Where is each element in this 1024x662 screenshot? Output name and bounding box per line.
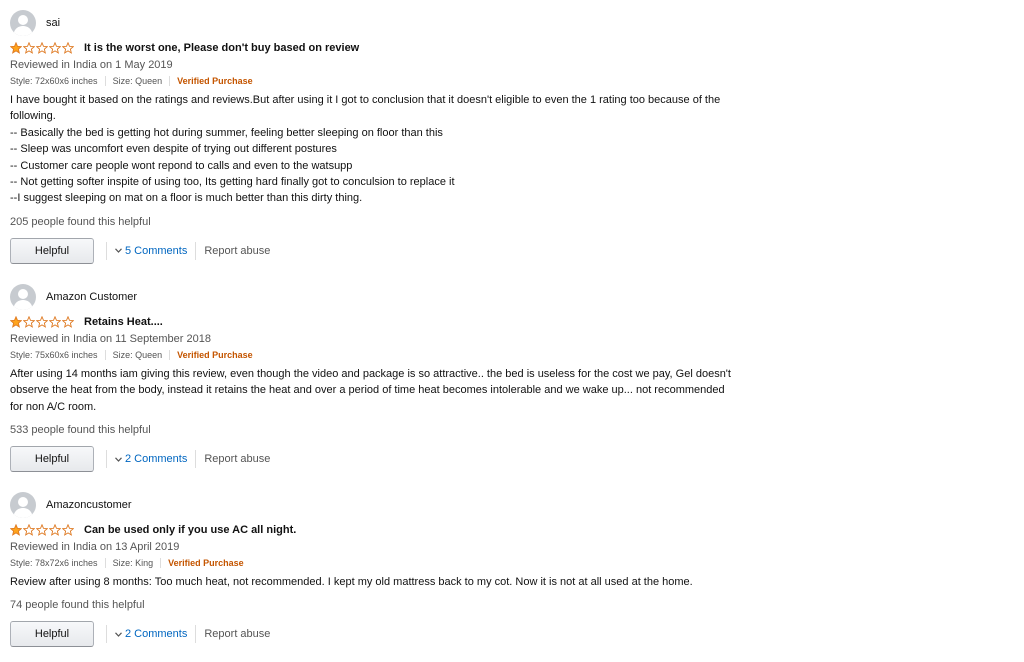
divider: [104, 350, 106, 360]
star-empty-icon: [49, 42, 61, 54]
review-actions: Helpful 2 Comments Report abuse: [10, 445, 790, 473]
review-item: Amazoncustomer Can be used only if you u…: [10, 491, 790, 648]
comments-link[interactable]: 2 Comments: [115, 453, 187, 465]
reviewer-profile[interactable]: Amazon Customer: [10, 283, 790, 311]
review-title[interactable]: Can be used only if you use AC all night…: [84, 524, 296, 536]
chevron-down-icon: [115, 248, 122, 254]
reviewer-name[interactable]: sai: [46, 17, 60, 29]
divider: [195, 241, 197, 260]
product-style[interactable]: Style: 72x60x6 inches: [10, 76, 98, 86]
helpful-count: 533 people found this helpful: [10, 424, 151, 437]
review-date: Reviewed in India on 13 April 2019: [10, 541, 180, 553]
star-empty-icon: [23, 524, 35, 536]
review-actions: Helpful 2 Comments Report abuse: [10, 620, 790, 648]
reviewer-name[interactable]: Amazon Customer: [46, 291, 137, 303]
star-filled-icon: [10, 316, 22, 328]
star-filled-icon: [10, 524, 22, 536]
review-date: Reviewed in India on 1 May 2019: [10, 59, 173, 71]
star-empty-icon: [62, 524, 74, 536]
helpful-button[interactable]: Helpful: [10, 621, 94, 648]
review-title[interactable]: It is the worst one, Please don't buy ba…: [84, 42, 359, 54]
comments-link-label[interactable]: 2 Comments: [125, 628, 187, 640]
review-body-line: following.: [10, 110, 56, 123]
divider: [169, 76, 171, 86]
review-title[interactable]: Retains Heat....: [84, 316, 163, 328]
star-empty-icon: [23, 316, 35, 328]
review-body-line: -- Not getting softer inspite of using t…: [10, 176, 455, 189]
divider: [104, 558, 106, 568]
review-item: Amazon Customer Retains Heat.... Reviewe…: [10, 283, 790, 473]
star-rating[interactable]: [10, 41, 75, 55]
review-body-line: I have bought it based on the ratings an…: [10, 94, 721, 106]
verified-purchase-badge: Verified Purchase: [177, 76, 253, 86]
comments-link-label[interactable]: 2 Comments: [125, 453, 187, 465]
review-body-line: After using 14 months iam giving this re…: [10, 368, 731, 380]
star-rating[interactable]: [10, 315, 75, 329]
review-body-line: for non A/C room.: [10, 400, 97, 413]
review-list: sai It is the worst one, Please don't bu…: [0, 0, 1024, 662]
helpful-button[interactable]: Helpful: [10, 446, 94, 473]
divider: [104, 76, 106, 86]
product-style[interactable]: Style: 75x60x6 inches: [10, 350, 98, 360]
star-filled-icon: [10, 42, 22, 54]
star-empty-icon: [23, 42, 35, 54]
star-rating[interactable]: [10, 523, 75, 537]
review-body-line: -- Customer care people wont repond to c…: [10, 159, 353, 172]
review-body-line: -- Basically the bed is getting hot duri…: [10, 126, 443, 139]
reviewer-profile[interactable]: Amazoncustomer: [10, 491, 790, 519]
star-empty-icon: [49, 316, 61, 328]
star-empty-icon: [62, 316, 74, 328]
divider: [106, 241, 107, 260]
helpful-button[interactable]: Helpful: [10, 237, 94, 264]
review-body: I have bought it based on the ratings an…: [10, 92, 790, 207]
star-empty-icon: [36, 316, 48, 328]
product-format-strip: Style: 72x60x6 inches Size: Queen Verifi…: [10, 75, 790, 87]
verified-purchase-badge: Verified Purchase: [168, 558, 244, 568]
review-body-line: observe the heat from the body, instead …: [10, 384, 725, 397]
helpful-count: 205 people found this helpful: [10, 215, 151, 228]
report-abuse-link[interactable]: Report abuse: [204, 245, 270, 257]
default-user-avatar-icon[interactable]: [10, 284, 36, 310]
product-format-strip: Style: 78x72x6 inches Size: King Verifie…: [10, 557, 790, 569]
default-user-avatar-icon[interactable]: [10, 492, 36, 518]
review-body-line: -- Sleep was uncomfort even despite of t…: [10, 143, 337, 156]
comments-link-label[interactable]: 5 Comments: [125, 245, 187, 257]
review-body-line: --I suggest sleeping on mat on a floor i…: [10, 192, 363, 205]
review-body: Review after using 8 months: Too much he…: [10, 574, 790, 590]
divider: [195, 450, 197, 469]
comments-link[interactable]: 2 Comments: [115, 628, 187, 640]
product-size[interactable]: Size: Queen: [113, 350, 163, 360]
report-abuse-link[interactable]: Report abuse: [204, 628, 270, 640]
reviewer-name[interactable]: Amazoncustomer: [46, 499, 132, 511]
chevron-down-icon: [115, 457, 122, 462]
star-empty-icon: [62, 42, 74, 54]
review-date: Reviewed in India on 11 September 2018: [10, 333, 211, 345]
verified-purchase-badge: Verified Purchase: [177, 350, 253, 360]
default-user-avatar-icon[interactable]: [10, 10, 36, 36]
divider: [160, 558, 162, 568]
product-format-strip: Style: 75x60x6 inches Size: Queen Verifi…: [10, 349, 790, 361]
product-size[interactable]: Size: King: [113, 558, 154, 568]
divider: [106, 625, 107, 644]
divider: [169, 350, 171, 360]
comments-link[interactable]: 5 Comments: [115, 245, 187, 257]
product-size[interactable]: Size: Queen: [113, 76, 163, 86]
review-actions: Helpful 5 Comments Report abuse: [10, 237, 790, 265]
report-abuse-link[interactable]: Report abuse: [204, 453, 270, 465]
star-empty-icon: [36, 524, 48, 536]
star-empty-icon: [36, 42, 48, 54]
review-body-line: Review after using 8 months: Too much he…: [10, 576, 693, 588]
chevron-down-icon: [115, 632, 122, 637]
divider: [195, 625, 197, 644]
star-empty-icon: [49, 524, 61, 536]
helpful-count: 74 people found this helpful: [10, 599, 145, 612]
divider: [106, 450, 107, 469]
reviewer-profile[interactable]: sai: [10, 9, 790, 37]
review-body: After using 14 months iam giving this re…: [10, 366, 790, 415]
product-style[interactable]: Style: 78x72x6 inches: [10, 558, 98, 568]
review-item: sai It is the worst one, Please don't bu…: [10, 9, 790, 265]
